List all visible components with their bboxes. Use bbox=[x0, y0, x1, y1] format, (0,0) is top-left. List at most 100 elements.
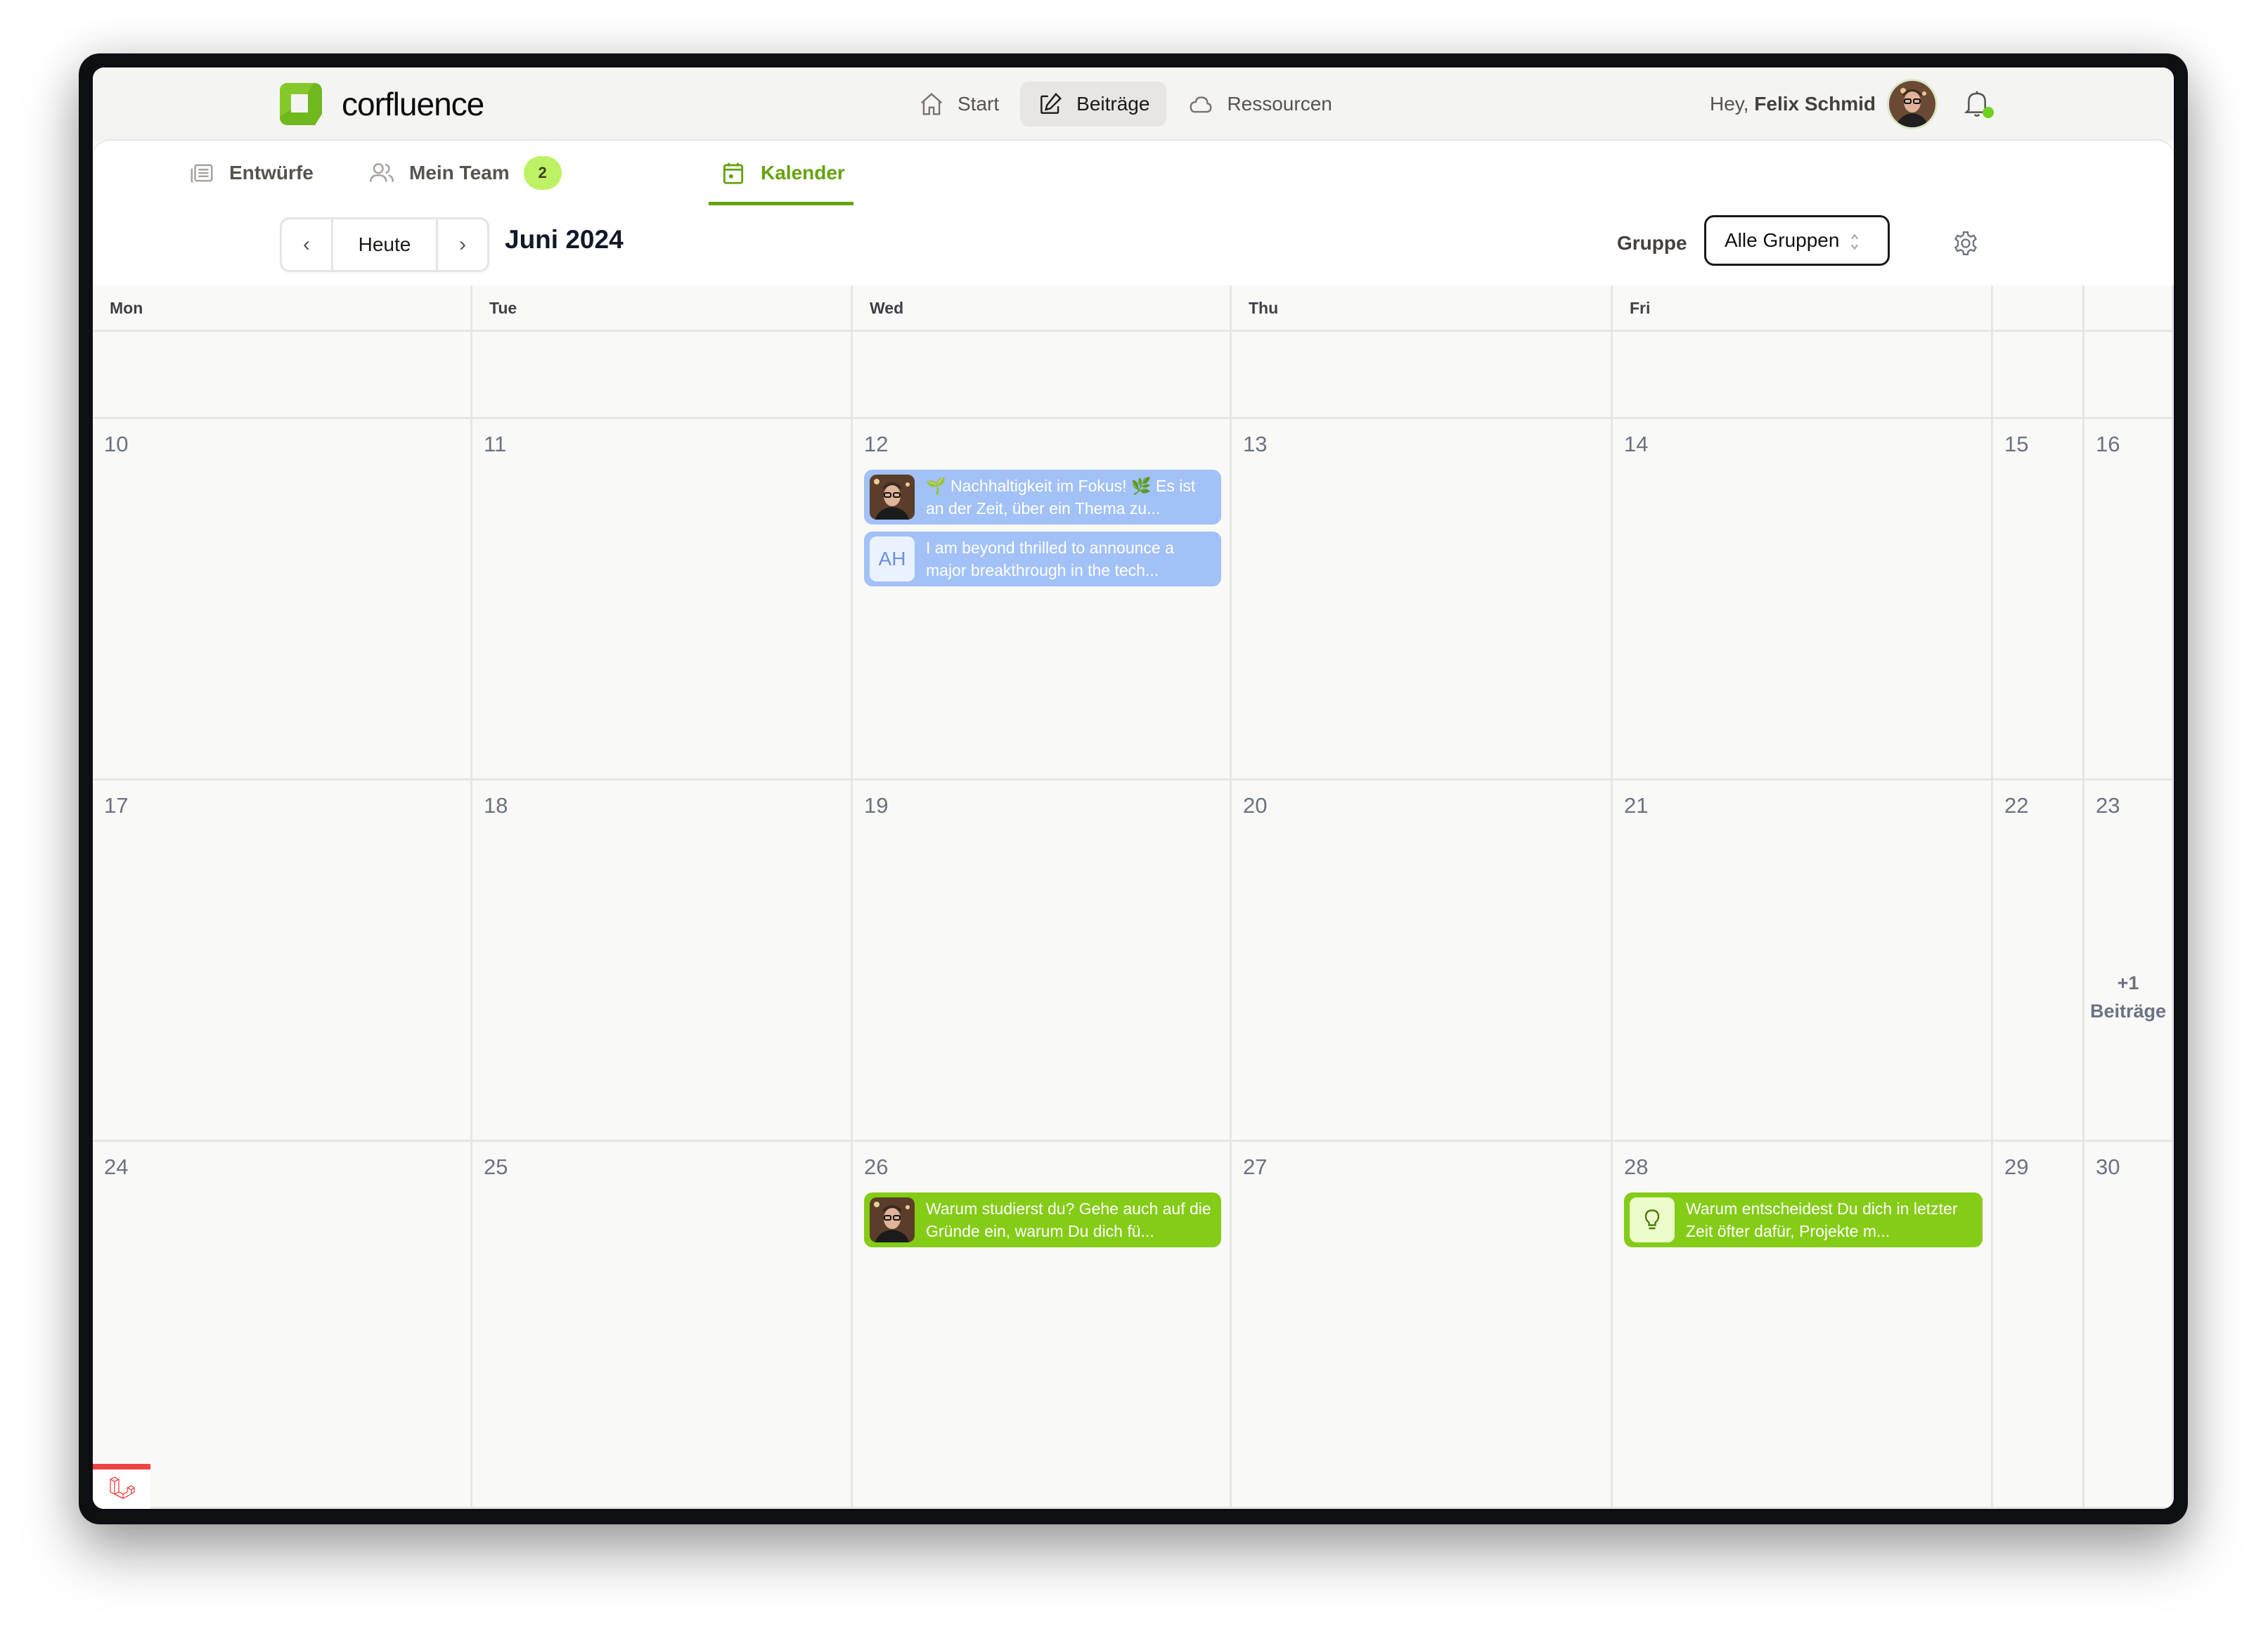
day-cell-29[interactable]: 29 bbox=[1993, 1142, 2085, 1509]
day-number: 11 bbox=[484, 432, 507, 456]
avatar-photo bbox=[870, 1197, 915, 1242]
greeting-text: Hey, bbox=[1710, 93, 1749, 115]
day-number: 12 bbox=[864, 432, 889, 456]
author-avatar bbox=[870, 475, 915, 520]
day-cell-21[interactable]: 21 bbox=[1613, 780, 1993, 1142]
day-number: 25 bbox=[484, 1155, 508, 1179]
day-cell-22[interactable]: 22 bbox=[1993, 780, 2085, 1142]
day-number: 17 bbox=[104, 793, 129, 818]
debugbar-toggle[interactable] bbox=[93, 1464, 150, 1509]
tab-mein-team[interactable]: Mein Team 2 bbox=[368, 141, 562, 205]
edit-icon bbox=[1040, 92, 1062, 114]
chevron-updown-icon bbox=[1851, 233, 1858, 250]
day-cell-25[interactable]: 25 bbox=[472, 1142, 853, 1509]
day-cell-26[interactable]: 26 Warum studierst du? Gehe auch auf die… bbox=[853, 1142, 1232, 1509]
cloud-icon bbox=[1190, 96, 1212, 113]
day-cell-15[interactable]: 15 bbox=[1993, 419, 2085, 780]
author-avatar bbox=[870, 1197, 915, 1242]
avatar-photo bbox=[1889, 81, 1935, 127]
day-cell[interactable] bbox=[1993, 332, 2085, 419]
day-cell[interactable] bbox=[93, 332, 472, 419]
nav-ressourcen[interactable]: Ressourcen bbox=[1171, 82, 1348, 127]
day-cell-17[interactable]: 17 bbox=[93, 780, 472, 1142]
day-cell[interactable] bbox=[472, 332, 853, 419]
weekday-header-thu: Thu bbox=[1232, 285, 1613, 332]
day-number: 19 bbox=[864, 793, 889, 818]
day-number: 30 bbox=[2096, 1155, 2120, 1179]
logo-icon bbox=[280, 83, 322, 125]
day-number: 28 bbox=[1624, 1155, 1649, 1179]
day-cell-14[interactable]: 14 bbox=[1613, 419, 1993, 780]
day-cell-24[interactable]: 24 bbox=[93, 1142, 472, 1509]
day-cell[interactable] bbox=[2085, 332, 2174, 419]
day-cell[interactable] bbox=[1232, 332, 1613, 419]
group-label: Gruppe bbox=[1617, 232, 1687, 254]
notifications-button[interactable] bbox=[1963, 87, 1994, 121]
calendar-toolbar: ‹ Heute › Juni 2024 Gruppe Alle Gruppen bbox=[93, 205, 2174, 288]
drafts-icon bbox=[191, 164, 213, 183]
day-number: 10 bbox=[104, 432, 129, 456]
logo[interactable]: corfluence bbox=[278, 82, 484, 127]
day-number: 13 bbox=[1243, 432, 1268, 456]
calendar-event[interactable]: 🌱 Nachhaltigkeit im Fokus! 🌿 Es ist an d… bbox=[864, 470, 1221, 525]
day-number: 27 bbox=[1243, 1155, 1268, 1179]
day-number: 18 bbox=[484, 793, 508, 818]
event-title: Warum studierst du? Gehe auch auf die Gr… bbox=[926, 1200, 1211, 1240]
previous-month-button[interactable]: ‹ bbox=[282, 219, 331, 270]
user-avatar[interactable] bbox=[1887, 79, 1938, 129]
day-cell-12[interactable]: 12 🌱 Nachhaltigkeit im Fokus! 🌿 Es ist a… bbox=[853, 419, 1232, 780]
app-window: corfluence Start Beiträge Ressourcen Hey… bbox=[93, 67, 2174, 1509]
user-greeting: Hey, Felix Schmid bbox=[1710, 93, 1876, 115]
day-cell-13[interactable]: 13 bbox=[1232, 419, 1613, 780]
tab-kalender[interactable]: Kalender bbox=[709, 141, 853, 205]
day-number: 23 bbox=[2096, 793, 2120, 818]
day-cell[interactable] bbox=[853, 332, 1232, 419]
calendar-event[interactable]: Warum entscheidest Du dich in letzter Ze… bbox=[1624, 1192, 1983, 1247]
weekday-header-sun bbox=[2085, 285, 2174, 332]
day-cell-18[interactable]: 18 bbox=[472, 780, 853, 1142]
day-cell-11[interactable]: 11 bbox=[472, 419, 853, 780]
today-button[interactable]: Heute bbox=[331, 219, 438, 270]
event-title: Warum entscheidest Du dich in letzter Ze… bbox=[1686, 1200, 1958, 1240]
nav-beitraege[interactable]: Beiträge bbox=[1020, 82, 1167, 127]
event-title: I am beyond thrilled to announce a major… bbox=[926, 539, 1174, 579]
user-name: Felix Schmid bbox=[1754, 93, 1876, 115]
tab-entwuerfe[interactable]: Entwürfe bbox=[188, 141, 314, 205]
logo-text: corfluence bbox=[342, 86, 484, 122]
laravel-icon bbox=[110, 1477, 135, 1499]
calendar-event[interactable]: AH I am beyond thrilled to announce a ma… bbox=[864, 532, 1221, 586]
day-cell-27[interactable]: 27 bbox=[1232, 1142, 1613, 1509]
day-cell-20[interactable]: 20 bbox=[1232, 780, 1613, 1142]
day-cell[interactable] bbox=[1613, 332, 1993, 419]
idea-thumb bbox=[1630, 1197, 1675, 1242]
day-cell-19[interactable]: 19 bbox=[853, 780, 1232, 1142]
calendar-event[interactable]: Warum studierst du? Gehe auch auf die Gr… bbox=[864, 1192, 1221, 1247]
notification-dot bbox=[1983, 107, 1994, 118]
day-number: 22 bbox=[2004, 793, 2029, 818]
day-cell-23[interactable]: 23 +1 Beiträge bbox=[2085, 780, 2174, 1142]
day-number: 26 bbox=[864, 1155, 889, 1179]
team-count-badge: 2 bbox=[523, 156, 562, 190]
group-select[interactable]: Alle Gruppen bbox=[1704, 215, 1890, 266]
calendar-grid: Mon Tue Wed Thu Fri 10 11 12 🌱 Nachhalti… bbox=[93, 285, 2174, 1509]
event-title: 🌱 Nachhaltigkeit im Fokus! 🌿 Es ist an d… bbox=[926, 477, 1196, 517]
group-select-value: Alle Gruppen bbox=[1725, 229, 1840, 251]
main-nav: Start Beiträge Ressourcen bbox=[901, 82, 1353, 127]
day-number: 16 bbox=[2096, 432, 2120, 456]
day-number: 21 bbox=[1624, 793, 1649, 818]
tab-entwuerfe-label: Entwürfe bbox=[229, 162, 314, 184]
next-month-button[interactable]: › bbox=[438, 219, 487, 270]
date-navigation: ‹ Heute › bbox=[280, 217, 489, 272]
more-posts-count: +1 bbox=[2117, 972, 2139, 993]
more-posts-link[interactable]: +1 Beiträge bbox=[2085, 969, 2172, 1025]
nav-start[interactable]: Start bbox=[901, 82, 1016, 127]
day-cell-10[interactable]: 10 bbox=[93, 419, 472, 780]
sub-tabs: Entwürfe Mein Team 2 Kalender bbox=[93, 141, 2174, 207]
gear-icon[interactable] bbox=[1952, 229, 1980, 257]
top-header: corfluence Start Beiträge Ressourcen Hey… bbox=[93, 67, 2174, 141]
day-cell-16[interactable]: 16 bbox=[2085, 419, 2174, 780]
day-cell-30[interactable]: 30 bbox=[2085, 1142, 2174, 1509]
day-number: 29 bbox=[2004, 1155, 2029, 1179]
day-cell-28[interactable]: 28 Warum entscheidest Du dich in letzter… bbox=[1613, 1142, 1993, 1509]
author-initials: AH bbox=[870, 536, 915, 581]
